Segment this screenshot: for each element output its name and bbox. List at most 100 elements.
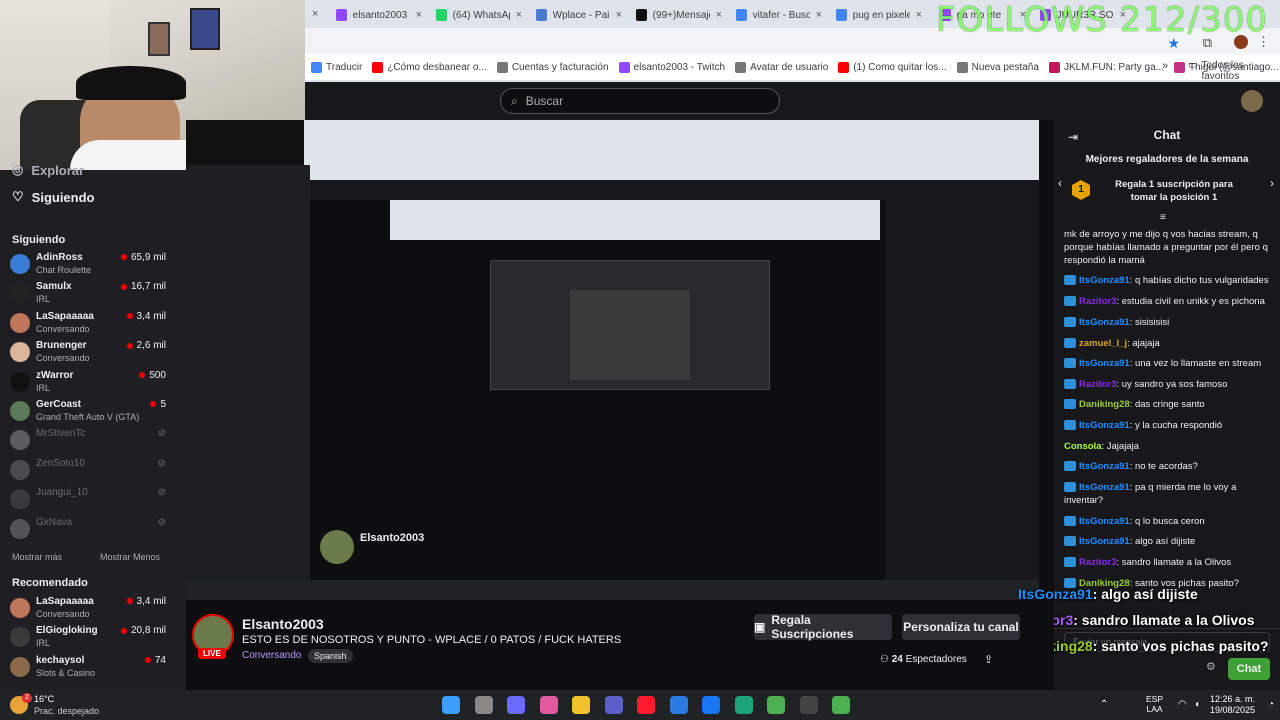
bookmark-item[interactable]: ¿Cómo desbanear o... [372, 61, 487, 73]
channel-viewers: 500 [139, 370, 166, 381]
close-tab-icon[interactable]: × [416, 9, 422, 21]
close-tab-icon[interactable]: × [916, 9, 922, 21]
search-icon[interactable] [474, 696, 493, 714]
recommended-section-header: Recomendado [12, 577, 88, 589]
sidebar-channel[interactable]: LaSapaaaaa Conversando 3,4 mil [10, 311, 166, 339]
nav-following[interactable]: ♡ Siguiendo [12, 189, 95, 205]
gifters-prev-icon[interactable]: ‹ [1058, 176, 1062, 190]
bookmark-icon [618, 61, 630, 73]
bookmark-item[interactable]: JKLM.FUN: Party ga... [1048, 61, 1164, 73]
chat-username[interactable]: ItsGonza91 [1079, 536, 1130, 547]
channel-name[interactable]: Elsanto2003 [242, 616, 324, 632]
mail-icon[interactable] [669, 696, 688, 714]
chat-username[interactable]: ItsGonza91 [1079, 516, 1130, 527]
gift-subs-button[interactable]: ▣ Regala Suscripciones [754, 613, 892, 641]
chat-username[interactable]: ItsGonza91 [1079, 358, 1130, 369]
user-avatar[interactable] [1241, 90, 1263, 112]
sidebar-channel[interactable]: AdinRoss Chat Roulette 65,9 mil [10, 252, 166, 280]
tray-chevron-icon[interactable]: ⌃ [1100, 699, 1108, 710]
wifi-icon[interactable]: ◠ [1178, 699, 1187, 710]
chat-username[interactable]: zamuel_l_j [1079, 338, 1127, 349]
nav-explore[interactable]: ◎ Explorar [12, 162, 84, 178]
sidebar-channel[interactable]: Samulx IRL 16,7 mil [10, 281, 166, 309]
chat-username[interactable]: Consola [1064, 441, 1101, 452]
channel-viewers: 20,8 mil [121, 625, 166, 636]
obs-icon[interactable] [799, 696, 818, 714]
chat-username[interactable]: Razitor3 [1079, 379, 1116, 390]
teams-icon[interactable] [604, 696, 623, 714]
volume-icon[interactable]: ◖ [1194, 699, 1200, 710]
close-tab-icon[interactable]: × [616, 9, 622, 21]
sidebar-channel[interactable]: MrStivenTc ⊘ [10, 428, 166, 456]
close-tab-icon[interactable]: × [716, 9, 722, 21]
sidebar-channel[interactable]: GxNava ⊘ [10, 517, 166, 545]
channel-game: Conversando [36, 609, 90, 619]
windows-taskbar: 2 16°C Prac. despejado ⌃ ESP LAA ◠ ◖ 12:2… [0, 690, 1280, 720]
clock[interactable]: 12:26 a. m. 19/08/2025 [1210, 694, 1255, 716]
compass-icon: ◎ [12, 162, 24, 177]
sidebar-channel[interactable]: ZenSoto10 ⊘ [10, 458, 166, 486]
bookmark-item[interactable]: Nueva pestaña [956, 61, 1039, 73]
bookmark-item[interactable]: Cuentas y facturación [496, 61, 609, 73]
windows-start-icon[interactable] [442, 696, 460, 714]
stream-category[interactable]: Conversando [242, 650, 301, 661]
gifter-cta[interactable]: Regala 1 suscripción para tomar la posic… [1104, 178, 1244, 204]
browser-tab[interactable]: pug en pixeles × [830, 4, 928, 26]
chat-username[interactable]: ItsGonza91 [1079, 482, 1130, 493]
chat-username[interactable]: Razitor3 [1079, 557, 1116, 568]
sidebar-channel[interactable]: ElGiogloking IRL 20,8 mil [10, 625, 166, 653]
chrome-icon[interactable] [832, 696, 850, 714]
chat-send-button[interactable]: Chat [1228, 658, 1270, 680]
sidebar-channel[interactable]: Brunenger Conversando 2,6 mil [10, 340, 166, 368]
bell-icon[interactable]: ◔ [1268, 699, 1274, 710]
browser-tab[interactable]: elsanto2003 - × [330, 4, 428, 26]
close-tab-icon[interactable]: × [312, 8, 318, 20]
chat-username[interactable]: Razitor3 [1079, 296, 1116, 307]
sidebar-channel[interactable]: kechaysol Slots & Casino 74 [10, 655, 166, 683]
video-player[interactable]: Elsanto2003 [186, 120, 1039, 600]
input-language[interactable]: ESP LAA [1146, 694, 1163, 714]
chat-username[interactable]: Daniking28 [1079, 399, 1130, 410]
all-favorites[interactable]: ▭ Todos los favoritos [1188, 60, 1280, 82]
close-tab-icon[interactable]: × [516, 9, 522, 21]
close-tab-icon[interactable]: × [816, 9, 822, 21]
bookmark-item[interactable]: elsanto2003 - Twitch [618, 61, 725, 73]
search-input[interactable]: ⌕ Buscar [500, 88, 780, 114]
show-less-button[interactable]: Mostrar Menos [100, 552, 160, 562]
browser-tab[interactable]: (99+)Mensajes × [630, 4, 728, 26]
channel-name: Juangui_10 [36, 487, 88, 499]
facebook-icon[interactable] [702, 696, 720, 714]
bookmark-item[interactable]: Avatar de usuario [735, 61, 828, 73]
copilot-icon[interactable] [539, 696, 558, 714]
sidebar-channel[interactable]: zWarror IRL 500 [10, 370, 166, 398]
sidebar-channel[interactable]: GerCoast Grand Theft Auto V (GTA) 5 [10, 399, 166, 427]
show-more-button[interactable]: Mostrar más [12, 552, 62, 562]
chat-username[interactable]: ItsGonza91 [1079, 461, 1130, 472]
customize-channel-button[interactable]: Personaliza tu canal [902, 614, 1020, 640]
edge-icon[interactable] [734, 696, 753, 714]
chat-settings-icon[interactable]: ⚙ [1206, 660, 1216, 673]
bookmark-icon [496, 61, 508, 73]
chat-username[interactable]: ItsGonza91 [1079, 317, 1130, 328]
tab-label: vitafer - Buscar [752, 9, 810, 21]
browser-tab[interactable]: Wplace - Paint × [530, 4, 628, 26]
gifters-next-icon[interactable]: › [1270, 176, 1274, 190]
search-icon: ⌕ [511, 93, 518, 108]
bookmarks-overflow-icon[interactable]: » [1162, 60, 1168, 72]
chat-username[interactable]: ItsGonza91 [1079, 420, 1130, 431]
task-view-icon[interactable] [507, 696, 525, 714]
bookmark-item[interactable]: Traducir [311, 61, 362, 73]
chat-message: ItsGonza91: una vez lo llamaste en strea… [1064, 357, 1274, 370]
sidebar-channel[interactable]: LaSapaaaaa Conversando 3,4 mil [10, 596, 166, 624]
file-explorer-icon[interactable] [572, 696, 590, 714]
bookmark-item[interactable]: (1) Como quitar los... [838, 61, 947, 73]
opera-icon[interactable] [637, 696, 655, 714]
browser-tab[interactable]: vitafer - Buscar × [730, 4, 828, 26]
chrome-icon[interactable] [767, 696, 785, 714]
browser-tab[interactable]: (64) WhatsApp × [430, 4, 528, 26]
language-tag[interactable]: Spanish [308, 649, 353, 663]
offline-icon: ⊘ [157, 457, 166, 469]
sidebar-channel[interactable]: Juangui_10 ⊘ [10, 487, 166, 515]
share-icon[interactable]: ⇪ [984, 653, 993, 666]
chat-username[interactable]: ItsGonza91 [1079, 275, 1130, 286]
